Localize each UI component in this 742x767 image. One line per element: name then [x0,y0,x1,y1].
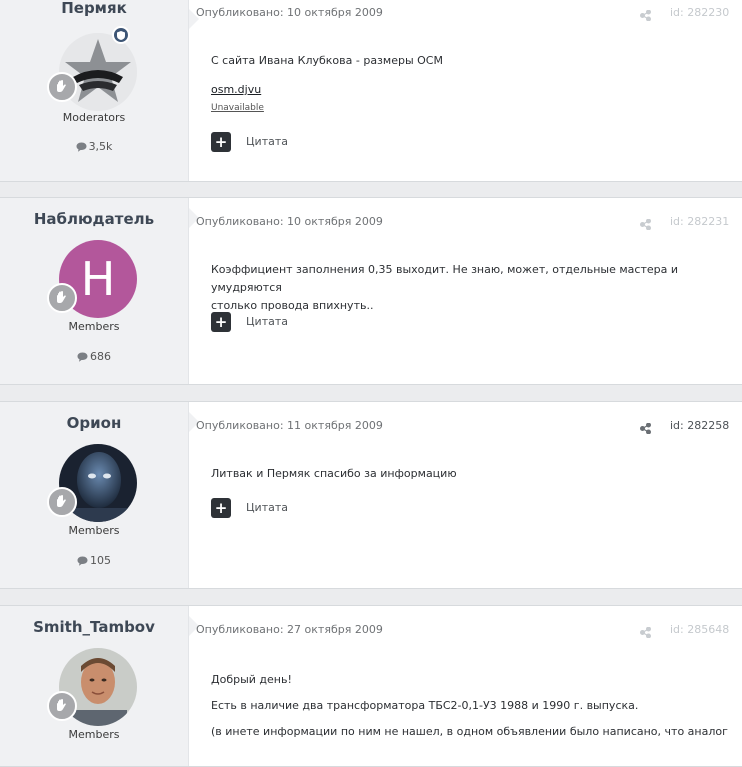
share-icon[interactable] [640,215,651,234]
avatar-letter: Н [80,252,116,306]
post-content: Коэффициент заполнения 0,35 выходит. Не … [211,261,742,315]
share-icon[interactable] [640,6,651,25]
post-date: Опубликовано: 11 октября 2009 [196,419,383,432]
author-username[interactable]: Наблюдатель [0,210,188,228]
post-date: Опубликовано: 10 октября 2009 [196,215,383,228]
comment-icon [77,352,88,362]
post-date: Опубликовано: 10 октября 2009 [196,6,383,19]
author-panel: Наблюдатель Н Members 686 [0,198,199,384]
quote-plus-button[interactable]: + [211,498,231,518]
post-id-link[interactable]: id: 282231 [670,215,729,228]
post: Smith_Tambov Members Опубликовано: 27 ок… [0,605,742,767]
quote-link[interactable]: Цитата [246,315,288,328]
rank-hand-icon [47,72,77,102]
post-date: Опубликовано: 27 октября 2009 [196,623,383,636]
attachment-link[interactable]: osm.djvu [211,83,261,96]
author-username[interactable]: Smith_Tambov [0,618,188,636]
post-text-line: Литвак и Пермяк спасибо за информацию [211,467,457,480]
post-text-line: Есть в наличие два трансформатора ТБС2-0… [211,699,639,712]
post: Орион Members 105 Опубликовано: 11 октяб… [0,401,742,589]
post-content: С сайта Ивана Клубкова - размеры ОСМ [211,52,443,70]
post: Наблюдатель Н Members 686 Опубликовано: … [0,197,742,385]
post: Пермяк Moderators 3,5k Опубликовано: 10 … [0,0,742,182]
quote-link[interactable]: Цитата [246,501,288,514]
share-icon[interactable] [640,419,651,438]
rank-hand-icon [47,691,77,721]
post-count[interactable]: 3,5k [0,140,188,153]
quote-link[interactable]: Цитата [246,135,288,148]
author-panel: Орион Members 105 [0,402,199,588]
post-count-value: 686 [90,350,111,363]
share-icon[interactable] [640,623,651,642]
post-id-link[interactable]: id: 282258 [670,419,729,432]
quote-plus-button[interactable]: + [211,312,231,332]
post-count[interactable]: 686 [0,350,188,363]
author-panel: Пермяк Moderators 3,5k [0,0,199,181]
member-group: Members [68,524,120,537]
author-panel: Smith_Tambov Members [0,606,199,766]
comment-icon [76,142,87,152]
member-group: Moderators [62,111,126,124]
post-text-line: Коэффициент заполнения 0,35 выходит. Не … [211,263,679,294]
comment-icon [77,556,88,566]
attachment-status: Unavailable [211,103,264,113]
rank-hand-icon [47,487,77,517]
post-content: Литвак и Пермяк спасибо за информацию [211,465,457,483]
post-count-value: 3,5k [88,140,113,153]
rank-hand-icon [47,283,77,313]
post-id-link[interactable]: id: 282230 [670,6,729,19]
post-text-line: С сайта Ивана Клубкова - размеры ОСМ [211,54,443,67]
author-username[interactable]: Пермяк [0,0,188,17]
author-username[interactable]: Орион [0,414,188,432]
post-id-link[interactable]: id: 285648 [670,623,729,636]
post-text-line: Добрый день! [211,673,292,686]
moderator-shield-icon [112,26,130,44]
post-text-line: столько провода впихнуть.. [211,299,374,312]
post-content: Добрый день! Есть в наличие два трансфор… [211,671,728,741]
quote-plus-button[interactable]: + [211,132,231,152]
member-group: Members [68,320,120,333]
post-count[interactable]: 105 [0,554,188,567]
member-group: Members [68,728,120,741]
post-count-value: 105 [90,554,111,567]
post-text-line: (в инете информации по ним не нашел, в о… [211,725,728,738]
avatar[interactable] [59,33,137,111]
star-emblem-icon [59,33,137,111]
